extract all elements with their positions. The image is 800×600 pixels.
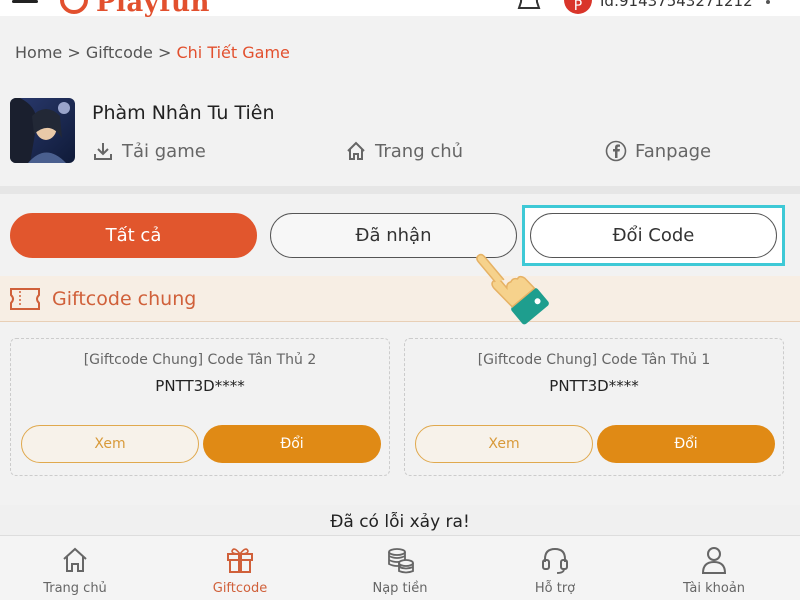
card-title: [Giftcode Chung] Code Tân Thủ 2 — [83, 352, 317, 368]
section-title: Giftcode chung — [52, 288, 197, 310]
fanpage-link[interactable]: Fanpage — [605, 140, 711, 162]
nav-item-home[interactable]: Trang chủ — [0, 536, 155, 600]
gift-icon — [227, 548, 253, 573]
breadcrumb-giftcode[interactable]: Giftcode — [86, 43, 153, 62]
game-info: Phàm Nhân Tu Tiên Tải game Trang chủ Fan… — [0, 82, 800, 182]
section-header: Giftcode chung — [0, 276, 800, 322]
redeem-button[interactable]: Đổi — [203, 425, 381, 463]
redeem-button[interactable]: Đổi — [597, 425, 775, 463]
download-game-link[interactable]: Tải game — [92, 140, 206, 162]
logo-text: Playfun — [96, 0, 210, 18]
tab-all[interactable]: Tất cả — [10, 213, 257, 258]
home-icon — [347, 141, 365, 160]
nav-label: Nạp tiền — [372, 581, 428, 596]
game-thumbnail — [10, 98, 75, 163]
coins-icon — [388, 548, 414, 574]
homepage-link[interactable]: Trang chủ — [345, 140, 463, 162]
nav-item-support[interactable]: Hỗ trợ — [475, 536, 635, 600]
user-icon — [701, 547, 727, 574]
avatar[interactable]: P — [564, 0, 592, 14]
download-label: Tải game — [122, 140, 206, 162]
more-icon[interactable] — [766, 0, 770, 4]
pointer-hand-icon — [476, 253, 549, 325]
download-icon — [94, 143, 112, 160]
breadcrumb-current: Chi Tiết Game — [176, 43, 290, 62]
nav-label: Hỗ trợ — [534, 581, 576, 596]
view-button[interactable]: Xem — [21, 425, 199, 463]
bell-icon[interactable] — [515, 0, 543, 12]
logo-icon — [60, 0, 88, 14]
nav-label: Tài khoản — [682, 581, 746, 596]
tab-redeem-code[interactable]: Đổi Code — [530, 213, 777, 258]
nav-label: Trang chủ — [43, 581, 107, 596]
card-title: [Giftcode Chung] Code Tân Thủ 1 — [477, 352, 711, 368]
nav-item-giftcode[interactable]: Giftcode — [160, 536, 320, 600]
bottom-nav: Trang chủ Giftcode Nạp tiền Hỗ trợ Tài k… — [0, 535, 800, 600]
card-code: PNTT3D**** — [549, 377, 639, 395]
fanpage-label: Fanpage — [635, 140, 712, 162]
facebook-icon — [605, 140, 627, 162]
card-code: PNTT3D**** — [155, 377, 245, 395]
top-header: Playfun P Id:91437543271212 — [0, 0, 800, 18]
error-message: Đã có lỗi xảy ra! — [330, 512, 470, 532]
homepage-label: Trang chủ — [375, 140, 464, 162]
user-id: Id:91437543271212 — [600, 0, 753, 10]
headset-icon — [542, 547, 568, 574]
view-button[interactable]: Xem — [415, 425, 593, 463]
breadcrumb: Home > Giftcode > Chi Tiết Game — [15, 43, 290, 62]
ticket-icon — [10, 288, 40, 310]
nav-item-account[interactable]: Tài khoản — [634, 536, 794, 600]
nav-label: Giftcode — [212, 581, 268, 596]
menu-icon[interactable] — [12, 0, 38, 8]
breadcrumb-separator: > — [62, 43, 86, 62]
giftcode-card: [Giftcode Chung] Code Tân Thủ 2 PNTT3D**… — [10, 338, 390, 476]
game-title: Phàm Nhân Tu Tiên — [92, 102, 275, 124]
section-divider — [0, 186, 800, 194]
nav-item-topup[interactable]: Nạp tiền — [320, 536, 480, 600]
breadcrumb-separator: > — [152, 43, 177, 62]
home-icon — [63, 547, 87, 572]
giftcode-card: [Giftcode Chung] Code Tân Thủ 1 PNTT3D**… — [404, 338, 784, 476]
breadcrumb-home[interactable]: Home — [15, 43, 62, 62]
